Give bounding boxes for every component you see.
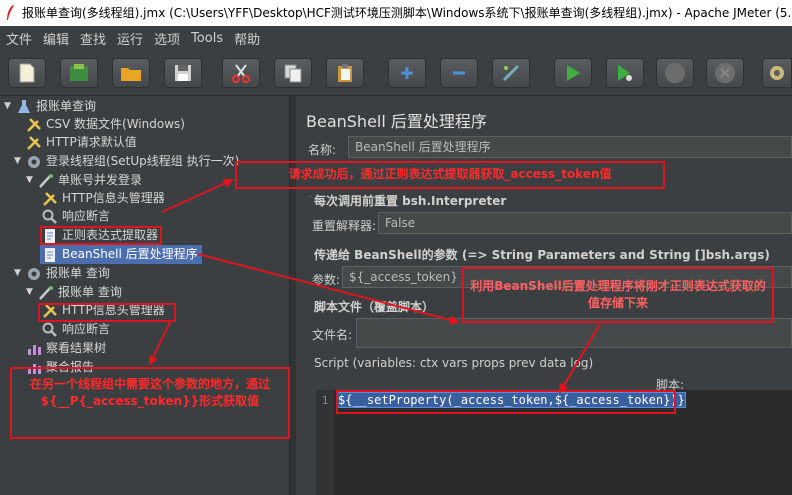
panel-title: BeanShell 后置处理程序 xyxy=(306,112,487,131)
paste-button[interactable] xyxy=(326,58,364,88)
expand-arrow-icon[interactable]: ▼ xyxy=(4,97,14,116)
expand-icon xyxy=(401,67,413,79)
highlight-regex-extractor xyxy=(40,226,162,245)
tree-item-view-results-tree[interactable]: 察看结果树 xyxy=(26,339,106,358)
params-group-title: 传递给 BeanShell的参数 (=> String Parameters a… xyxy=(314,248,770,262)
shutdown-icon xyxy=(715,63,735,83)
script-group-title: Script (variables: ctx vars props prev d… xyxy=(314,356,594,370)
thread-group-icon xyxy=(28,155,40,168)
expand-arrow-icon[interactable]: ▼ xyxy=(26,171,36,190)
expand-arrow-icon[interactable]: ▼ xyxy=(26,283,36,302)
window-title: 报账单查询(多线程组).jmx (C:\Users\YFF\Desktop\HC… xyxy=(22,6,792,20)
tree-item-header-manager[interactable]: HTTP信息头管理器 xyxy=(42,189,165,208)
reset-interpreter-select[interactable]: False xyxy=(378,212,792,234)
expand-button[interactable] xyxy=(388,58,426,88)
menu-bar: 文件 编辑 查找 运行 选项 Tools 帮助 xyxy=(0,26,792,50)
clear-icon xyxy=(770,66,784,80)
start-no-pause-button[interactable] xyxy=(606,58,644,88)
name-input[interactable]: BeanShell 后置处理程序 xyxy=(348,136,792,158)
callout-other-group-text: 在另一个线程组中需要这个参数的地方，通过${__P{_access_token}… xyxy=(29,377,270,408)
copy-icon xyxy=(284,64,302,83)
tree-item-response-assertion-2[interactable]: 响应断言 xyxy=(42,320,110,339)
jmeter-feather-icon xyxy=(7,5,14,20)
tree-item-beanshell-postprocessor[interactable]: BeanShell 后置处理程序 xyxy=(40,245,202,264)
thread-group-icon xyxy=(28,267,40,280)
reset-label: 重置解释器: xyxy=(312,219,377,233)
params-label: 参数: xyxy=(312,273,341,287)
sampler-icon xyxy=(39,173,53,188)
stop-button[interactable] xyxy=(656,58,694,88)
menu-run[interactable]: 运行 xyxy=(115,29,152,48)
cut-icon xyxy=(232,64,250,83)
start-icon xyxy=(567,65,580,81)
post-processor-icon xyxy=(45,247,55,262)
collapse-button[interactable] xyxy=(440,58,478,88)
templates-icon xyxy=(70,64,88,81)
file-label: 文件名: xyxy=(312,328,353,342)
templates-button[interactable] xyxy=(60,58,98,88)
callout-request-success-text: 请求成功后，通过正则表达式提取器获取_access_token值 xyxy=(288,167,612,181)
paste-icon xyxy=(338,64,352,82)
menu-edit[interactable]: 编辑 xyxy=(41,29,78,48)
shutdown-button[interactable] xyxy=(706,58,744,88)
menu-help[interactable]: 帮助 xyxy=(232,29,269,48)
assertion-icon xyxy=(42,209,57,224)
split-pane-divider[interactable] xyxy=(289,96,296,495)
open-icon xyxy=(121,68,141,81)
collapse-icon xyxy=(453,71,465,75)
save-button[interactable] xyxy=(164,58,202,88)
start-button[interactable] xyxy=(554,58,592,88)
save-icon xyxy=(175,65,191,81)
menu-tools[interactable]: Tools xyxy=(189,31,232,46)
tree-item-setup-thread-group[interactable]: ▼ 登录线程组(SetUp线程组 执行一次) xyxy=(14,152,239,171)
menu-options[interactable]: 选项 xyxy=(152,29,189,48)
toolbar xyxy=(0,50,792,96)
tree-item-login-sampler[interactable]: ▼ 单账号并发登录 xyxy=(26,171,142,190)
clear-button[interactable] xyxy=(762,58,792,88)
window-title-bar: 报账单查询(多线程组).jmx (C:\Users\YFF\Desktop\HC… xyxy=(0,0,792,26)
line-number-gutter: 1 xyxy=(316,390,334,495)
highlight-script-line xyxy=(336,390,676,414)
config-icon xyxy=(43,191,57,206)
expand-arrow-icon[interactable]: ▼ xyxy=(14,152,24,171)
name-label: 名称: xyxy=(308,143,337,157)
expand-arrow-icon[interactable]: ▼ xyxy=(14,264,24,283)
menu-file[interactable]: 文件 xyxy=(4,29,41,48)
tree-item-test-plan[interactable]: ▼ 报账单查询 xyxy=(4,97,96,116)
tree-item-query-sampler[interactable]: ▼ 报账单 查询 xyxy=(26,283,122,302)
toggle-button[interactable] xyxy=(492,58,530,88)
tree-item-http-defaults[interactable]: HTTP请求默认值 xyxy=(26,133,137,152)
stop-icon xyxy=(665,63,685,83)
cut-button[interactable] xyxy=(222,58,260,88)
new-icon xyxy=(19,63,35,83)
tree-item-query-thread-group[interactable]: ▼ 报账单 查询 xyxy=(14,264,110,283)
start-no-pause-icon xyxy=(618,65,632,81)
test-plan-icon xyxy=(18,99,30,113)
tree-item-response-assertion[interactable]: 响应断言 xyxy=(42,207,110,226)
config-icon xyxy=(27,117,41,132)
new-button[interactable] xyxy=(8,58,46,88)
open-button[interactable] xyxy=(112,58,150,88)
config-icon xyxy=(27,135,41,150)
menu-search[interactable]: 查找 xyxy=(78,29,115,48)
tree-item-csv-data[interactable]: CSV 数据文件(Windows) xyxy=(26,115,185,134)
reset-group-title: 每次调用前重置 bsh.Interpreter xyxy=(314,194,507,208)
highlight-header-manager xyxy=(38,303,176,322)
assertion-icon xyxy=(42,322,57,337)
file-group-title: 脚本文件（覆盖脚本） xyxy=(314,300,435,314)
toggle-icon xyxy=(502,64,520,82)
listener-icon xyxy=(28,344,41,355)
sampler-icon xyxy=(39,285,53,300)
callout-beanshell-text: 利用BeanShell后置处理程序将刚才正则表达式获取的值存储下来 xyxy=(470,279,766,310)
copy-button[interactable] xyxy=(274,58,312,88)
